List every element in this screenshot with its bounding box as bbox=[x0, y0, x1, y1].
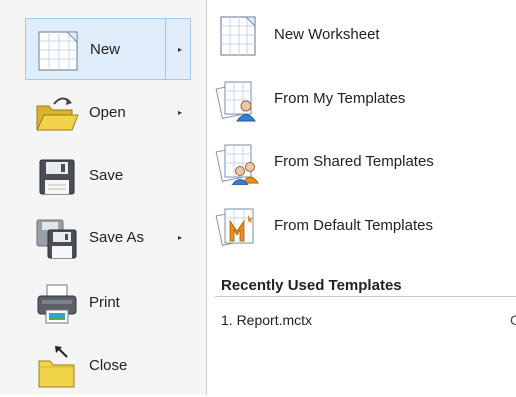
recent-template-item[interactable]: 1. Report.mctx bbox=[221, 308, 516, 332]
worksheet-icon bbox=[220, 16, 256, 56]
default-templates-option[interactable]: From Default Templates bbox=[212, 199, 502, 253]
save-as-button[interactable]: Save As ▸ bbox=[25, 207, 191, 269]
open-label: Open bbox=[89, 104, 126, 121]
my-templates-icon bbox=[215, 81, 256, 122]
shared-templates-label: From Shared Templates bbox=[274, 153, 434, 170]
print-label: Print bbox=[89, 294, 120, 311]
save-label: Save bbox=[89, 167, 124, 184]
split-divider bbox=[165, 19, 166, 79]
file-menu: New ▸ Open ▸ Save Save As ▸ Print Close … bbox=[0, 0, 516, 395]
printer-icon bbox=[37, 284, 77, 324]
new-label: New bbox=[90, 41, 121, 58]
recent-templates-heading: Recently Used Templates bbox=[221, 277, 402, 294]
save-button[interactable]: Save bbox=[25, 145, 191, 207]
close-button[interactable]: Close bbox=[25, 335, 191, 397]
save-as-icon bbox=[36, 219, 77, 259]
shared-templates-option[interactable]: From Shared Templates bbox=[212, 135, 502, 189]
new-worksheet-option[interactable]: New Worksheet bbox=[212, 8, 502, 62]
submenu-arrow-icon[interactable]: ▸ bbox=[178, 207, 182, 269]
open-folder-icon bbox=[36, 97, 79, 131]
save-as-label: Save As bbox=[89, 229, 145, 246]
new-worksheet-label: New Worksheet bbox=[274, 26, 380, 43]
new-button[interactable]: New ▸ bbox=[25, 18, 191, 80]
open-button[interactable]: Open ▸ bbox=[25, 82, 191, 144]
command-column: New ▸ Open ▸ Save Save As ▸ Print Close bbox=[0, 0, 206, 395]
submenu-arrow-icon[interactable]: ▸ bbox=[178, 19, 182, 81]
submenu-arrow-icon[interactable]: ▸ bbox=[178, 82, 182, 144]
new-options-panel: New Worksheet From My Templates From Sha… bbox=[207, 0, 516, 395]
default-templates-label: From Default Templates bbox=[274, 217, 433, 234]
pin-icon[interactable]: C bbox=[510, 308, 516, 332]
my-templates-option[interactable]: From My Templates bbox=[212, 72, 502, 126]
default-templates-icon bbox=[215, 208, 254, 246]
print-button[interactable]: Print bbox=[25, 272, 191, 334]
shared-templates-icon bbox=[215, 144, 259, 185]
floppy-disk-icon bbox=[39, 159, 75, 195]
my-templates-label: From My Templates bbox=[274, 90, 406, 107]
close-folder-icon bbox=[38, 346, 75, 388]
section-divider bbox=[215, 296, 516, 297]
close-label: Close bbox=[89, 357, 128, 374]
new-worksheet-icon bbox=[38, 31, 78, 71]
